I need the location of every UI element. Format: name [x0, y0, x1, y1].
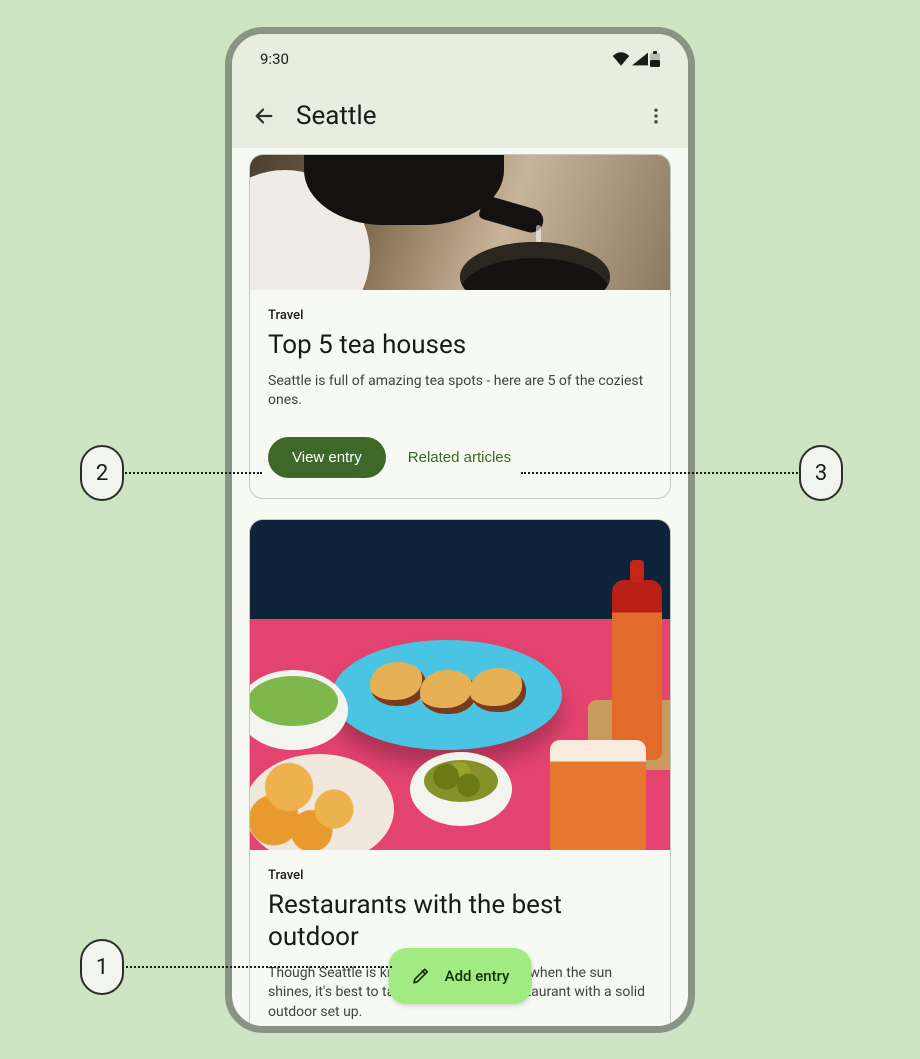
status-bar: 9:30 — [232, 34, 688, 84]
card-overline: Travel — [268, 308, 652, 323]
status-icons — [612, 51, 660, 67]
callout-number: 1 — [80, 939, 124, 995]
phone-frame: 9:30 Seattle Travel Top — [225, 27, 695, 1033]
status-time: 9:30 — [260, 50, 289, 68]
callout-2: 2 — [80, 445, 262, 501]
callout-number: 2 — [80, 445, 124, 501]
signal-icon — [632, 52, 648, 66]
more-icon[interactable] — [642, 102, 670, 130]
callout-line — [122, 472, 262, 474]
wifi-icon — [612, 52, 630, 66]
card-title: Top 5 tea houses — [268, 329, 652, 362]
view-entry-button[interactable]: View entry — [268, 437, 386, 478]
callout-1: 1 — [80, 939, 392, 995]
fab-label: Add entry — [445, 967, 510, 985]
add-entry-fab[interactable]: Add entry — [389, 948, 532, 1004]
back-icon[interactable] — [250, 102, 278, 130]
related-articles-button[interactable]: Related articles — [408, 449, 511, 466]
card-overline: Travel — [268, 868, 652, 883]
callout-line — [122, 966, 392, 968]
card-desc: Seattle is full of amazing tea spots - h… — [268, 372, 652, 411]
pencil-icon — [411, 966, 431, 986]
content-scroll[interactable]: Travel Top 5 tea houses Seattle is full … — [232, 148, 688, 1033]
page-title: Seattle — [296, 101, 624, 131]
callout-number: 3 — [799, 445, 843, 501]
callout-3: 3 — [521, 445, 843, 501]
callout-line — [521, 472, 801, 474]
card-image — [250, 520, 670, 850]
card-image — [250, 155, 670, 290]
battery-icon — [650, 51, 660, 67]
app-bar: Seattle — [232, 84, 688, 148]
